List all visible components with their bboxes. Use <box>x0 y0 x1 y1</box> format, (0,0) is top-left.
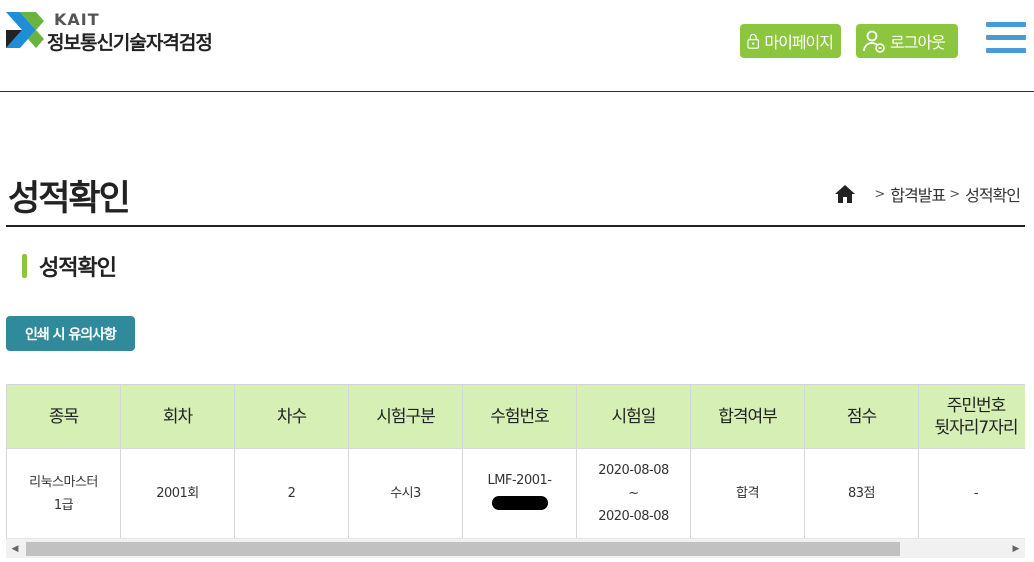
header-exam-date: 시험일 <box>576 384 691 449</box>
mypage-label: 마이페이지 <box>764 33 834 52</box>
cell-score: 83점 <box>804 448 919 538</box>
mypage-button[interactable]: 마이페이지 <box>740 24 841 58</box>
cell-id-last7-text: - <box>973 486 979 501</box>
header-round: 회차 <box>120 384 235 449</box>
cell-exam-number-text: LMF-2001- <box>487 473 552 488</box>
scroll-right-arrow-icon[interactable]: ▶ <box>1007 539 1025 559</box>
header-pass-status: 합격여부 <box>690 384 805 449</box>
print-notice-button[interactable]: 인쇄 시 유의사항 <box>6 316 135 351</box>
header-score: 점수 <box>804 384 919 449</box>
cell-exam-date-start: 2020-08-08 <box>598 463 669 478</box>
logout-label: 로그아웃 <box>890 33 946 52</box>
breadcrumb: > 합격발표 > 성적확인 <box>834 182 1021 206</box>
breadcrumb-separator: > <box>949 186 960 202</box>
menu-line <box>986 35 1026 40</box>
cell-exam-type: 수시3 <box>348 448 463 538</box>
redaction-mark <box>491 496 548 510</box>
logo-text-ko: 정보통신기술자격검정 <box>47 32 213 54</box>
section-accent-bar <box>22 254 27 278</box>
menu-line <box>986 48 1026 53</box>
cell-id-last7: - <box>918 448 1025 538</box>
cell-exam-number: LMF-2001- <box>462 448 577 538</box>
cell-subject-line1: 리눅스마스터 <box>29 474 98 490</box>
scroll-left-arrow-icon[interactable]: ◀ <box>6 539 24 559</box>
cell-round: 2001회 <box>120 448 235 538</box>
kait-logo-mark-icon <box>6 12 44 48</box>
cell-exam-date-end: 2020-08-08 <box>598 509 669 524</box>
cell-exam-date: 2020-08-08 ~ 2020-08-08 <box>576 448 691 538</box>
header-subject: 종목 <box>6 384 121 449</box>
cell-session: 2 <box>234 448 349 538</box>
table-header-row: 종목 회차 차수 시험구분 수험번호 시험일 합격여부 점수 주민번호 뒷자리7… <box>6 384 1025 449</box>
header-id-last7: 주민번호 뒷자리7자리 <box>918 384 1025 449</box>
section-title: 성적확인 <box>39 256 117 281</box>
header-exam-number: 수험번호 <box>462 384 577 449</box>
breadcrumb-item-results[interactable]: 합격발표 <box>890 182 946 206</box>
table-row: 리눅스마스터 1급 2001회 2 수시3 LMF-2001- 2020-08-… <box>6 448 1025 538</box>
results-table-container: 종목 회차 차수 시험구분 수험번호 시험일 합격여부 점수 주민번호 뒷자리7… <box>6 384 1025 538</box>
cell-subject-line2: 1급 <box>53 497 74 513</box>
breadcrumb-item-score[interactable]: 성적확인 <box>965 182 1021 206</box>
header-session: 차수 <box>234 384 349 449</box>
header-exam-type: 시험구분 <box>348 384 463 449</box>
cell-subject: 리눅스마스터 1급 <box>6 448 121 538</box>
hamburger-menu-icon[interactable] <box>986 22 1026 56</box>
kait-logo[interactable]: KAIT 정보통신기술자격검정 <box>6 10 236 54</box>
home-icon[interactable] <box>834 184 856 204</box>
cell-exam-date-sep: ~ <box>628 486 639 501</box>
user-logout-icon <box>863 30 885 53</box>
lock-icon <box>747 33 760 49</box>
horizontal-scrollbar[interactable]: ◀ ▶ <box>6 538 1025 558</box>
scrollbar-thumb[interactable] <box>26 542 900 556</box>
results-table: 종목 회차 차수 시험구분 수험번호 시험일 합격여부 점수 주민번호 뒷자리7… <box>6 384 1025 538</box>
breadcrumb-separator: > <box>874 186 885 202</box>
logout-button[interactable]: 로그아웃 <box>856 24 958 58</box>
site-header: KAIT 정보통신기술자격검정 마이페이지 로그아웃 <box>0 0 1034 92</box>
title-divider <box>6 225 1025 227</box>
logo-text-en: KAIT <box>54 10 100 29</box>
header-id-last7-text: 주민번호 뒷자리7자리 <box>934 395 1018 438</box>
page-title: 성적확인 <box>8 179 131 219</box>
section-heading: 성적확인 <box>22 252 117 281</box>
cell-pass-status: 합격 <box>690 448 805 538</box>
menu-line <box>986 22 1026 27</box>
